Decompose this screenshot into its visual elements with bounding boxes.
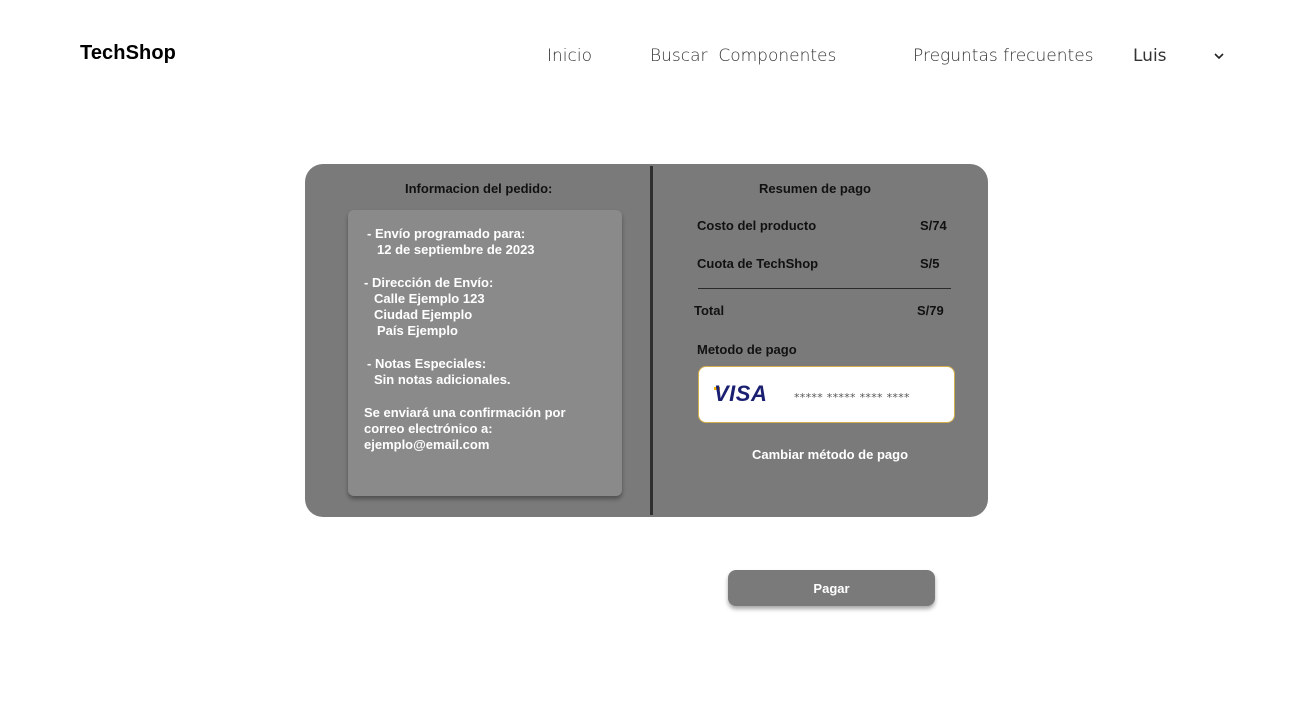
brand-logo[interactable]: TechShop — [80, 42, 176, 65]
product-cost-value: S/74 — [920, 218, 947, 233]
confirmation-line-2: correo electrónico a: — [364, 421, 493, 436]
payment-method-label: Metodo de pago — [697, 342, 797, 357]
product-cost-label: Costo del producto — [697, 218, 817, 233]
payment-summary-title: Resumen de pago — [759, 181, 871, 196]
chevron-down-icon[interactable] — [1213, 48, 1225, 66]
user-name: Luis — [1133, 46, 1167, 66]
nav-faq-link[interactable]: Preguntas frecuentes — [913, 46, 1094, 66]
card-divider — [650, 166, 653, 515]
confirmation-email: ejemplo@email.com — [364, 437, 490, 452]
checkout-page: TechShop Inicio Buscar Componentes Pregu… — [0, 0, 1291, 721]
change-payment-method-link[interactable]: Cambiar método de pago — [752, 447, 908, 462]
shipping-date: 12 de septiembre de 2023 — [377, 242, 535, 257]
address-city: Ciudad Ejemplo — [374, 307, 473, 322]
order-info-title: Informacion del pedido: — [405, 181, 553, 196]
confirmation-line-1: Se enviará una confirmación por — [364, 405, 566, 420]
nav-search-components-link[interactable]: Buscar Componentes — [650, 46, 836, 66]
notes-label: - Notas Especiales: — [367, 356, 487, 371]
user-menu[interactable]: Luis — [1133, 44, 1233, 68]
pay-button[interactable]: Pagar — [728, 570, 935, 606]
address-country: País Ejemplo — [377, 323, 458, 338]
shipping-label: - Envío programado para: — [367, 226, 526, 241]
fee-label: Cuota de TechShop — [697, 256, 819, 271]
visa-logo-icon: VISA — [714, 381, 768, 406]
order-info-box: - Envío programado para: 12 de septiembr… — [348, 210, 622, 496]
notes-value: Sin notas adicionales. — [374, 372, 511, 387]
total-label: Total — [694, 303, 725, 318]
order-card: Informacion del pedido: - Envío programa… — [305, 164, 988, 517]
summary-divider — [698, 288, 951, 289]
masked-card-number: ***** ***** **** **** — [794, 391, 910, 404]
fee-value: S/5 — [920, 256, 940, 271]
address-label: - Dirección de Envío: — [364, 275, 494, 290]
total-value: S/79 — [917, 303, 944, 318]
address-street: Calle Ejemplo 123 — [374, 291, 485, 306]
payment-method-card[interactable]: VISA ***** ***** **** **** — [698, 366, 955, 423]
nav-home-link[interactable]: Inicio — [547, 46, 592, 66]
